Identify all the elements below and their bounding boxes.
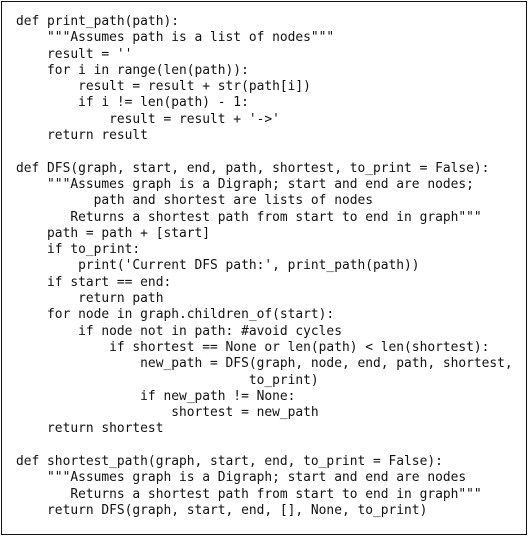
code-line: if node not in path: #avoid cycles [16, 323, 342, 339]
code-line: def shortest_path(graph, start, end, to_… [16, 454, 443, 470]
code-line: """Assumes path is a list of nodes""" [16, 30, 335, 46]
code-line: return DFS(graph, start, end, [], None, … [16, 502, 428, 518]
code-block: def print_path(path): """Assumes path is… [16, 14, 513, 519]
code-line: Returns a shortest path from start to en… [16, 486, 482, 502]
code-line: for node in graph.children_of(start): [16, 307, 335, 323]
code-line: path = path + [start] [16, 225, 211, 241]
code-line: shortest = new_path [16, 405, 319, 421]
code-line: for i in range(len(path)): [16, 62, 249, 78]
code-line: """Assumes graph is a Digraph; start and… [16, 470, 467, 486]
code-line: Returns a shortest path from start to en… [16, 209, 482, 225]
code-line: path and shortest are lists of nodes [16, 193, 373, 209]
code-line: new_path = DFS(graph, node, end, path, s… [16, 356, 513, 372]
code-line: if new_path != None: [16, 388, 296, 404]
code-line: def DFS(graph, start, end, path, shortes… [16, 160, 490, 176]
code-line: result = result + str(path[i]) [16, 79, 311, 95]
code-line: """Assumes graph is a Digraph; start and… [16, 176, 474, 192]
code-line: return path [16, 291, 164, 307]
code-line: if to_print: [16, 242, 141, 258]
code-line: return result [16, 128, 148, 144]
code-line: def print_path(path): [16, 14, 179, 29]
code-line: result = '' [16, 46, 133, 62]
code-line: to_print) [16, 372, 319, 388]
code-listing-frame: def print_path(path): """Assumes path is… [1, 1, 527, 535]
code-line: return shortest [16, 421, 164, 437]
code-line: if start == end: [16, 274, 172, 290]
code-line: result = result + '->' [16, 111, 280, 127]
code-line: if i != len(path) - 1: [16, 95, 249, 111]
code-line: if shortest == None or len(path) < len(s… [16, 339, 490, 355]
code-line: print('Current DFS path:', print_path(pa… [16, 258, 420, 274]
